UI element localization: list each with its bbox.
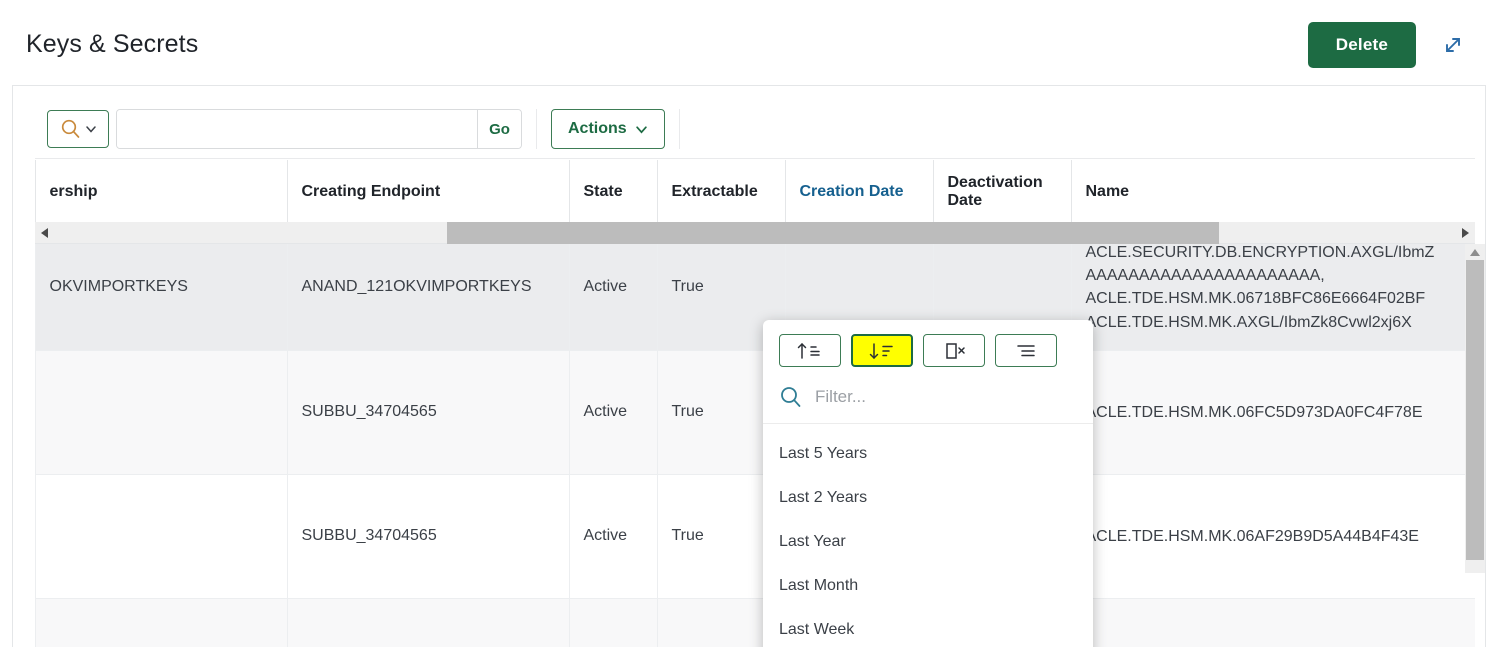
column-header-ownership[interactable]: ership	[35, 160, 288, 225]
scroll-up-arrow-icon[interactable]	[1465, 244, 1485, 260]
name-line: ACLE.TDE.HSM.MK.06AF29B9D5A44B4F43E	[1085, 527, 1419, 545]
chevron-down-icon	[85, 126, 96, 133]
actions-label: Actions	[568, 120, 627, 137]
go-button[interactable]: Go	[477, 110, 521, 148]
menu-item-last-5-years[interactable]: Last 5 Years	[763, 432, 1093, 476]
name-line: ACLE.TDE.HSM.MK.AXGL/IbmZk8Cvwl2xj6X	[1085, 313, 1412, 331]
scroll-right-arrow-icon[interactable]	[1455, 222, 1475, 244]
name-line: ACLE.TDE.HSM.MK.06718BFC86E6664F02BF	[1085, 290, 1426, 308]
sort-ascending-icon	[797, 342, 820, 359]
name-line: AAAAAAAAAAAAAAAAAAAAAA,	[1085, 267, 1325, 285]
column-header-deactivation-date[interactable]: Deactivation Date	[933, 160, 1072, 225]
cell-state	[569, 598, 658, 647]
menu-item-last-month[interactable]: Last Month	[763, 564, 1093, 608]
column-header-menu: Last 5 Years Last 2 Years Last Year Last…	[763, 320, 1093, 647]
cell-ownership	[35, 350, 288, 475]
sort-descending-icon	[869, 342, 893, 359]
delete-button[interactable]: Delete	[1307, 21, 1416, 68]
menu-item-last-2-years[interactable]: Last 2 Years	[763, 476, 1093, 520]
cell-state: Active	[569, 350, 658, 475]
column-header-state[interactable]: State	[569, 160, 658, 225]
column-header-creation-date[interactable]: Creation Date	[785, 160, 934, 225]
hide-column-icon	[946, 342, 965, 359]
name-line: ACLE.SECURITY.DB.ENCRYPTION.AXGL/IbmZ	[1085, 244, 1435, 261]
column-filter-input[interactable]	[813, 386, 1043, 408]
control-break-icon	[1017, 344, 1035, 356]
scroll-left-arrow-icon[interactable]	[35, 222, 55, 244]
table-header-row: ership Creating Endpoint State Extractab…	[35, 160, 1475, 225]
toolbar-divider-2	[678, 109, 680, 149]
cell-ownership	[35, 598, 288, 647]
menu-item-last-week[interactable]: Last Week	[763, 608, 1093, 647]
search-icon	[61, 119, 79, 138]
column-header-name[interactable]: Name	[1071, 160, 1475, 225]
hscroll-track[interactable]	[55, 221, 1455, 244]
toolbar-divider	[536, 109, 537, 149]
cell-creating-endpoint	[287, 598, 570, 647]
sort-descending-button[interactable]	[851, 334, 913, 367]
report-toolbar: Go Actions	[35, 100, 1475, 159]
cell-name: ACLE.TDE.HSM.MK.06FC5D973DA0FC4F78E	[1071, 350, 1475, 475]
name-line: ACLE.TDE.HSM.MK.06FC5D973DA0FC4F78E	[1085, 403, 1423, 421]
hide-column-button[interactable]	[923, 334, 985, 367]
search-box: Go	[116, 109, 522, 149]
vertical-scrollbar[interactable]	[1465, 244, 1485, 573]
expand-icon[interactable]	[1438, 30, 1468, 60]
table-body: OKVIMPORTKEYS ANAND_121OKVIMPORTKEYS Act…	[35, 224, 1475, 647]
header-actions: Delete	[1307, 21, 1468, 68]
column-filter-row	[763, 375, 1093, 424]
hscroll-thumb[interactable]	[447, 221, 1219, 244]
table-row[interactable]	[35, 598, 1475, 647]
actions-button[interactable]: Actions	[551, 109, 665, 149]
sort-ascending-button[interactable]	[779, 334, 841, 367]
search-icon	[781, 387, 801, 407]
cell-state: Active	[569, 474, 658, 599]
report-body: Go Actions ership Creating Endpoint Stat…	[12, 86, 1486, 647]
cell-creating-endpoint: SUBBU_34704565	[287, 474, 570, 599]
vscroll-thumb[interactable]	[1466, 260, 1484, 560]
page-title: Keys & Secrets	[26, 30, 199, 58]
keys-and-secrets-page: Keys & Secrets Delete Go Actions ership …	[0, 0, 1498, 647]
search-input[interactable]	[117, 110, 477, 148]
cell-creating-endpoint: SUBBU_34704565	[287, 350, 570, 475]
column-filter-list: Last 5 Years Last 2 Years Last Year Last…	[763, 424, 1093, 647]
cell-name: ACLE.TDE.HSM.MK.06AF29B9D5A44B4F43E	[1071, 474, 1475, 599]
cell-ownership	[35, 474, 288, 599]
column-menu-actions	[763, 320, 1093, 375]
search-type-button[interactable]	[47, 110, 109, 148]
column-header-extractable[interactable]: Extractable	[657, 160, 786, 225]
table-row[interactable]: SUBBU_34704565 Active True ACLE.TDE.HSM.…	[35, 350, 1475, 475]
menu-item-last-year[interactable]: Last Year	[763, 520, 1093, 564]
cell-name	[1071, 598, 1475, 647]
column-header-creating-endpoint[interactable]: Creating Endpoint	[287, 160, 570, 225]
control-break-button[interactable]	[995, 334, 1057, 367]
region-header: Keys & Secrets Delete	[12, 4, 1486, 86]
chevron-down-icon	[635, 125, 647, 134]
horizontal-scrollbar[interactable]	[35, 221, 1475, 244]
table-row[interactable]: SUBBU_34704565 Active True ACLE.TDE.HSM.…	[35, 474, 1475, 599]
